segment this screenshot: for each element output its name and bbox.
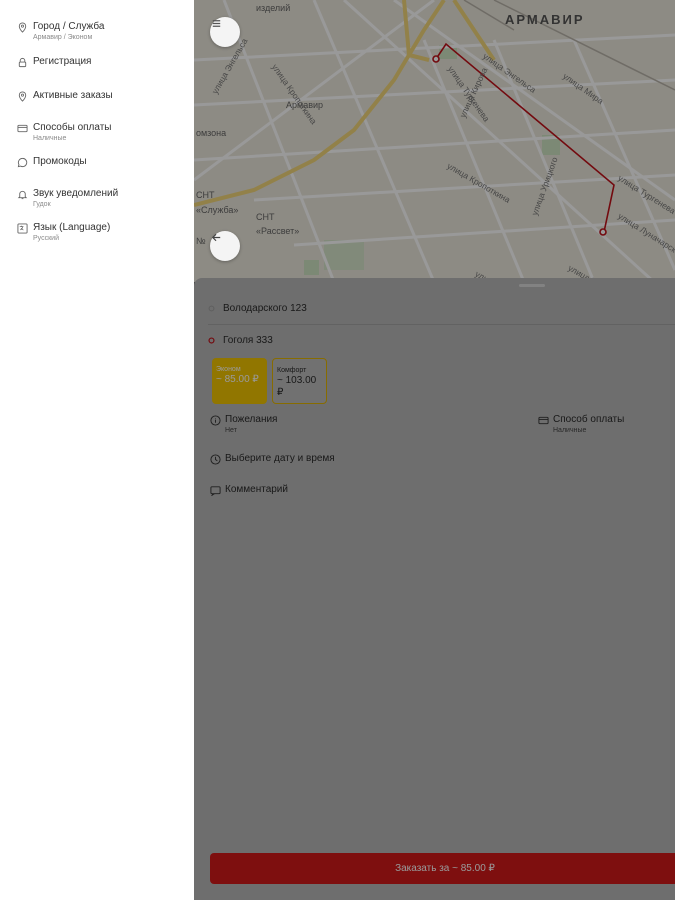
menu-item-city-service[interactable]: Город / Служба Армавир / Эконом — [17, 21, 104, 42]
menu-item-language[interactable]: Язык (Language) Русский — [17, 222, 110, 243]
chat-bubble-icon — [17, 157, 28, 168]
bell-icon — [17, 189, 28, 200]
to-address-row[interactable]: Гоголя 333 — [208, 335, 273, 346]
main-area: АРМАВИР изделий Армавир омзона СНТ «Расс… — [194, 0, 675, 900]
from-dot-icon — [208, 305, 215, 312]
tariff-price: ~ 103.00 ₽ — [277, 375, 317, 398]
payment-value: Наличные — [553, 427, 587, 434]
info-icon — [210, 415, 221, 426]
location-pin-icon — [17, 22, 28, 33]
menu-item-label: Активные заказы — [33, 90, 113, 101]
divider — [208, 324, 675, 325]
order-sheet: Володарского 123 Гоголя 333 Эконом ~ 85.… — [194, 278, 675, 900]
menu-item-sub: Армавир / Эконом — [33, 34, 93, 41]
city-label: АРМАВИР — [505, 12, 585, 27]
from-address-row[interactable]: Володарского 123 — [208, 303, 307, 314]
menu-item-sub: Гудок — [33, 201, 51, 208]
arrow-left-icon — [211, 233, 221, 242]
sheet-handle[interactable] — [519, 284, 545, 287]
location-pin-icon — [17, 91, 28, 102]
map-label: № — [196, 236, 206, 246]
tariff-card-comfort[interactable]: Комфорт ~ 103.00 ₽ — [272, 358, 327, 404]
wishes-value: Нет — [225, 427, 237, 434]
menu-item-payment-methods[interactable]: Способы оплаты Наличные — [17, 122, 112, 143]
tariff-card-econom[interactable]: Эконом ~ 85.00 ₽ — [212, 358, 267, 404]
lock-icon — [17, 57, 28, 68]
map-view[interactable]: АРМАВИР изделий Армавир омзона СНТ «Расс… — [194, 0, 675, 313]
from-address: Володарского 123 — [223, 303, 307, 314]
back-button[interactable] — [210, 231, 240, 261]
map-roads — [194, 0, 675, 282]
to-dot-icon — [208, 337, 215, 344]
tariff-name: Комфорт — [277, 367, 307, 374]
menu-item-label: Звук уведомлений — [33, 188, 119, 199]
payment-label: Способ оплаты — [553, 414, 625, 425]
comment-icon — [210, 486, 221, 496]
menu-button[interactable] — [210, 17, 240, 47]
menu-item-notification-sound[interactable]: Звук уведомлений Гудок — [17, 188, 118, 209]
route-end-marker — [599, 228, 607, 236]
menu-item-promocodes[interactable]: Промокоды — [17, 156, 87, 168]
card-icon — [17, 123, 28, 134]
wishes-label: Пожелания — [225, 414, 278, 425]
menu-item-label: Язык (Language) — [33, 222, 111, 233]
datetime-label: Выберите дату и время — [225, 453, 335, 464]
map-label: изделий — [256, 3, 291, 13]
menu-item-label: Город / Служба — [33, 21, 105, 32]
menu-item-registration[interactable]: Регистрация — [17, 56, 91, 68]
menu-item-label: Промокоды — [33, 156, 87, 167]
menu-item-active-orders[interactable]: Активные заказы — [17, 90, 113, 102]
comment-option[interactable]: Комментарий — [210, 484, 288, 496]
tariff-price: ~ 85.00 ₽ — [216, 374, 259, 385]
hamburger-icon — [212, 20, 221, 27]
map-label: омзона — [196, 128, 227, 138]
payment-option[interactable]: Способ оплаты Наличные — [538, 414, 624, 435]
navigation-drawer: Город / Служба Армавир / Эконом Регистра… — [0, 0, 194, 900]
route-start-marker — [432, 55, 440, 63]
menu-item-label: Регистрация — [33, 56, 92, 67]
menu-item-label: Способы оплаты — [33, 122, 112, 133]
to-address: Гоголя 333 — [223, 335, 273, 346]
menu-item-sub: Русский — [33, 235, 59, 242]
card-icon — [538, 416, 549, 425]
datetime-option[interactable]: Выберите дату и время — [210, 453, 335, 465]
menu-item-sub: Наличные — [33, 135, 67, 142]
map-label: СНТ — [196, 190, 215, 200]
order-button[interactable]: Заказать за ~ 85.00 ₽ — [210, 853, 675, 884]
translate-icon — [17, 223, 28, 234]
map-label: «Служба» — [196, 205, 239, 215]
tariff-name: Эконом — [216, 366, 241, 373]
wishes-option[interactable]: Пожелания Нет — [210, 414, 277, 435]
map-label: СНТ — [256, 212, 275, 222]
map-label: «Рассвет» — [256, 226, 300, 236]
clock-icon — [210, 454, 221, 465]
comment-label: Комментарий — [225, 484, 288, 495]
